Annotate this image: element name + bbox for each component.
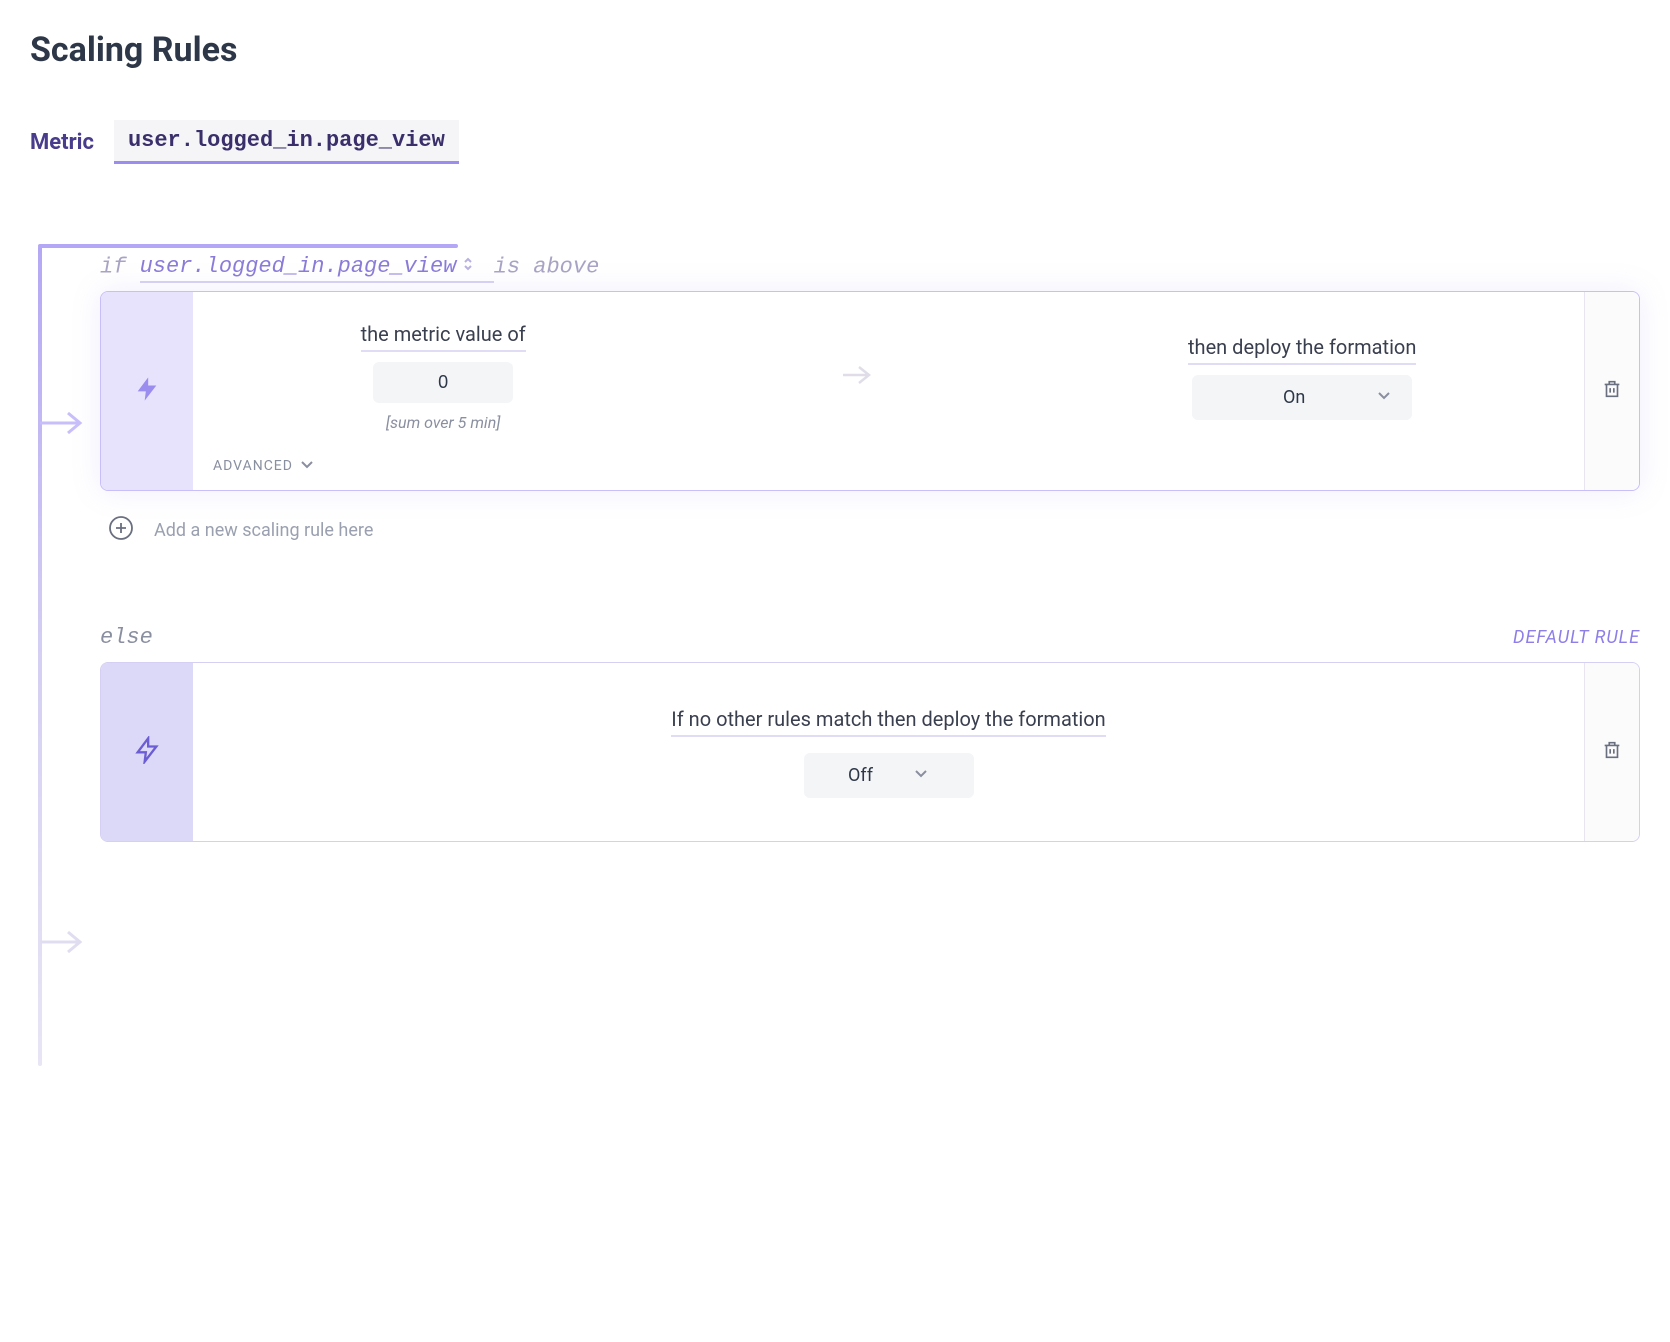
plus-circle-icon[interactable] (108, 515, 134, 545)
condition-line: if user.logged_in.page_view is above (100, 254, 1640, 279)
arrow-right-icon (841, 364, 873, 390)
formation-select-value: On (1283, 387, 1305, 408)
default-rule-badge: DEFAULT RULE (1513, 627, 1640, 648)
delete-column (1584, 292, 1639, 490)
bolt-icon (133, 375, 161, 407)
metric-label: Metric (30, 130, 94, 155)
rule-icon-column (101, 663, 193, 841)
rule-card: the metric value of [sum over 5 min] the… (100, 291, 1640, 491)
up-down-icon (462, 254, 474, 279)
trash-icon[interactable] (1601, 739, 1623, 765)
flow-connector-horizontal (38, 244, 458, 248)
rule-main-row: the metric value of [sum over 5 min] the… (213, 322, 1564, 432)
delete-column (1584, 663, 1639, 841)
trash-icon[interactable] (1601, 378, 1623, 404)
metric-value[interactable]: user.logged_in.page_view (114, 120, 459, 164)
metric-value-column: the metric value of [sum over 5 min] (361, 322, 526, 432)
formation-heading: then deploy the formation (1188, 335, 1416, 365)
flow-container: if user.logged_in.page_view is above the… (30, 254, 1640, 842)
chevron-down-icon (1376, 387, 1392, 408)
chevron-down-icon (299, 456, 315, 476)
comparison-text: is above (494, 254, 600, 279)
else-keyword: else (100, 625, 153, 650)
advanced-toggle[interactable]: ADVANCED (213, 456, 1564, 476)
default-rule-card: If no other rules match then deploy the … (100, 662, 1640, 842)
default-formation-value: Off (848, 765, 873, 786)
condition-metric-selector[interactable]: user.logged_in.page_view (140, 254, 494, 283)
rule-icon-column (101, 292, 193, 490)
metric-value-heading: the metric value of (361, 322, 526, 352)
flow-arrow-icon (38, 928, 86, 960)
if-keyword: if (100, 254, 126, 279)
default-rule-body: If no other rules match then deploy the … (193, 663, 1584, 841)
add-rule-text: Add a new scaling rule here (154, 520, 373, 541)
bolt-icon (133, 736, 161, 768)
metric-value-input[interactable] (373, 362, 513, 403)
formation-column: then deploy the formation On (1188, 335, 1416, 420)
metric-row: Metric user.logged_in.page_view (30, 120, 1640, 164)
formation-select[interactable]: On (1192, 375, 1412, 420)
default-formation-select[interactable]: Off (804, 753, 974, 798)
aggregation-note: [sum over 5 min] (386, 413, 501, 432)
default-rule-text: If no other rules match then deploy the … (671, 707, 1105, 737)
flow-arrow-icon (38, 409, 86, 441)
rule-body: the metric value of [sum over 5 min] the… (193, 292, 1584, 490)
else-row: else DEFAULT RULE (100, 625, 1640, 650)
page-title: Scaling Rules (30, 30, 1640, 70)
chevron-down-icon (913, 765, 929, 786)
add-rule-row[interactable]: Add a new scaling rule here (108, 515, 1640, 545)
